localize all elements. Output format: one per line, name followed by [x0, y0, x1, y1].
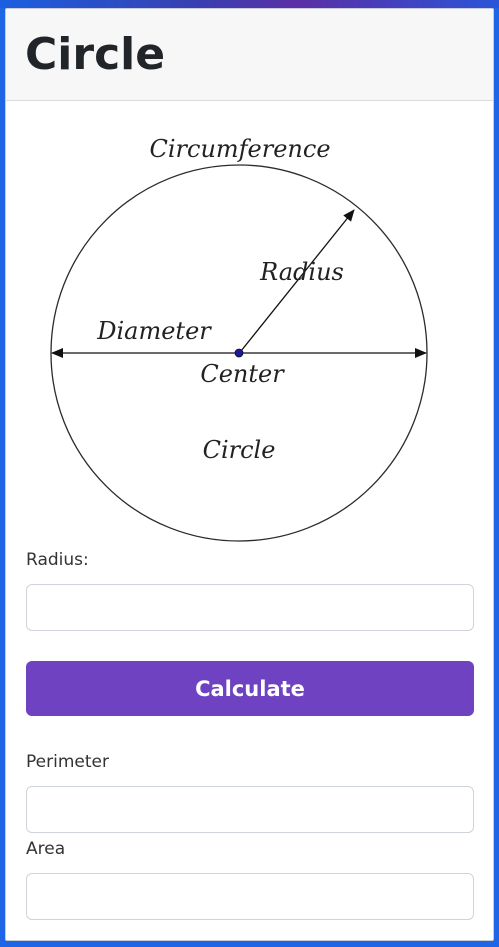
- diameter-label: Diameter: [96, 317, 212, 345]
- circumference-label: Circumference: [149, 135, 330, 163]
- center-point: [234, 348, 244, 358]
- radius-label: Radius: [259, 258, 344, 286]
- perimeter-field-label: Perimeter: [26, 752, 109, 772]
- circle-diagram: Circumference Radius Diameter Center Cir…: [6, 102, 493, 542]
- page-title: Circle: [25, 29, 166, 80]
- center-label: Center: [200, 360, 285, 388]
- app-frame: Circle Circumference Radius Diameter Cen…: [5, 8, 494, 941]
- perimeter-output[interactable]: [26, 786, 474, 833]
- calculate-button[interactable]: Calculate: [26, 661, 474, 716]
- area-output[interactable]: [26, 873, 474, 920]
- window-top-strip: [0, 0, 499, 8]
- circle-label: Circle: [203, 436, 276, 464]
- radius-input[interactable]: [26, 584, 474, 631]
- card-header: Circle: [6, 9, 493, 101]
- area-field-label: Area: [26, 839, 66, 859]
- radius-field-label: Radius:: [26, 550, 89, 570]
